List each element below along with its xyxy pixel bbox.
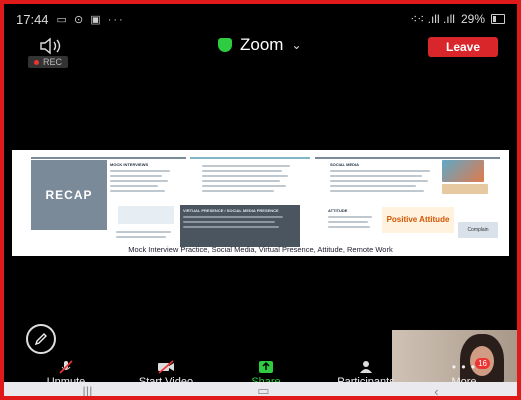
- notification-icons: ▭ ⊙ ▣ ···: [56, 13, 125, 26]
- status-right: ⁖⁖ .ıll .ıll 29%: [410, 12, 505, 26]
- slide-heading: VIRTUAL PRESENCE / SOCIAL MEDIA PRESENCE: [183, 208, 279, 213]
- annotate-button[interactable]: [26, 324, 56, 354]
- shield-icon: [218, 38, 232, 52]
- meeting-top-bar: Zoom ⌄ Leave: [0, 32, 521, 60]
- meeting-title-text: Zoom: [240, 35, 284, 54]
- home-icon[interactable]: ▭: [257, 383, 269, 399]
- notes-column: [202, 162, 297, 195]
- back-icon[interactable]: ‹: [434, 384, 438, 399]
- record-dot-icon: [34, 59, 39, 65]
- slide-caption: Mock Interview Practice, Social Media, V…: [128, 245, 393, 254]
- shared-screen[interactable]: RECAP MOCK INTERVIEWS VIRTUAL PRESENCE /…: [12, 150, 509, 256]
- social-media-image: [442, 160, 484, 182]
- status-time: 17:44: [16, 11, 49, 27]
- battery-icon: [491, 14, 505, 24]
- people-icon: [324, 360, 408, 374]
- meeting-title[interactable]: Zoom ⌄: [218, 35, 302, 55]
- meeting-toolbar: Unmute Start Video Share Participants • …: [0, 358, 521, 388]
- battery-text: 29%: [460, 12, 485, 26]
- more-dots-icon: • • • 16: [446, 358, 490, 374]
- chevron-down-icon: ⌄: [291, 38, 302, 52]
- recording-badge: REC: [28, 56, 69, 68]
- recap-slide: RECAP: [31, 160, 107, 230]
- virtual-notes: [116, 228, 176, 241]
- mock-interviews-column: MOCK INTERVIEWS: [110, 162, 180, 195]
- slide-divider: [190, 157, 310, 159]
- microphone-muted-icon: [38, 360, 94, 374]
- positive-attitude-image: Positive Attitude: [382, 207, 454, 233]
- leave-button[interactable]: Leave: [428, 37, 498, 57]
- slide-divider: [31, 157, 186, 159]
- pencil-icon: [34, 333, 47, 346]
- slide-heading: MOCK INTERVIEWS: [110, 162, 149, 167]
- share-arrow-icon: [244, 360, 288, 374]
- video-off-icon: [126, 360, 206, 374]
- speaker-icon[interactable]: [38, 36, 68, 56]
- recent-apps-icon[interactable]: |||: [82, 384, 92, 399]
- virtual-presence-slide: VIRTUAL PRESENCE / SOCIAL MEDIA PRESENCE: [180, 205, 300, 247]
- android-nav-bar: ||| ▭ ‹: [0, 382, 521, 400]
- keyboard-image: [442, 184, 488, 194]
- signal-icon: ⁖⁖ .ıll .ıll: [410, 12, 455, 26]
- slide-heading: ATTITUDE: [328, 208, 348, 213]
- more-badge: 16: [475, 358, 490, 369]
- status-bar: 17:44 ▭ ⊙ ▣ ··· ⁖⁖ .ıll .ıll 29%: [16, 8, 505, 30]
- network-diagram-image: [118, 206, 174, 224]
- social-media-column: SOCIAL MEDIA: [330, 162, 440, 195]
- complain-image: Complain: [458, 222, 498, 238]
- attitude-column: ATTITUDE: [328, 208, 378, 231]
- slide-heading: SOCIAL MEDIA: [330, 162, 360, 167]
- slide-divider: [315, 157, 500, 159]
- recording-label: REC: [43, 57, 63, 67]
